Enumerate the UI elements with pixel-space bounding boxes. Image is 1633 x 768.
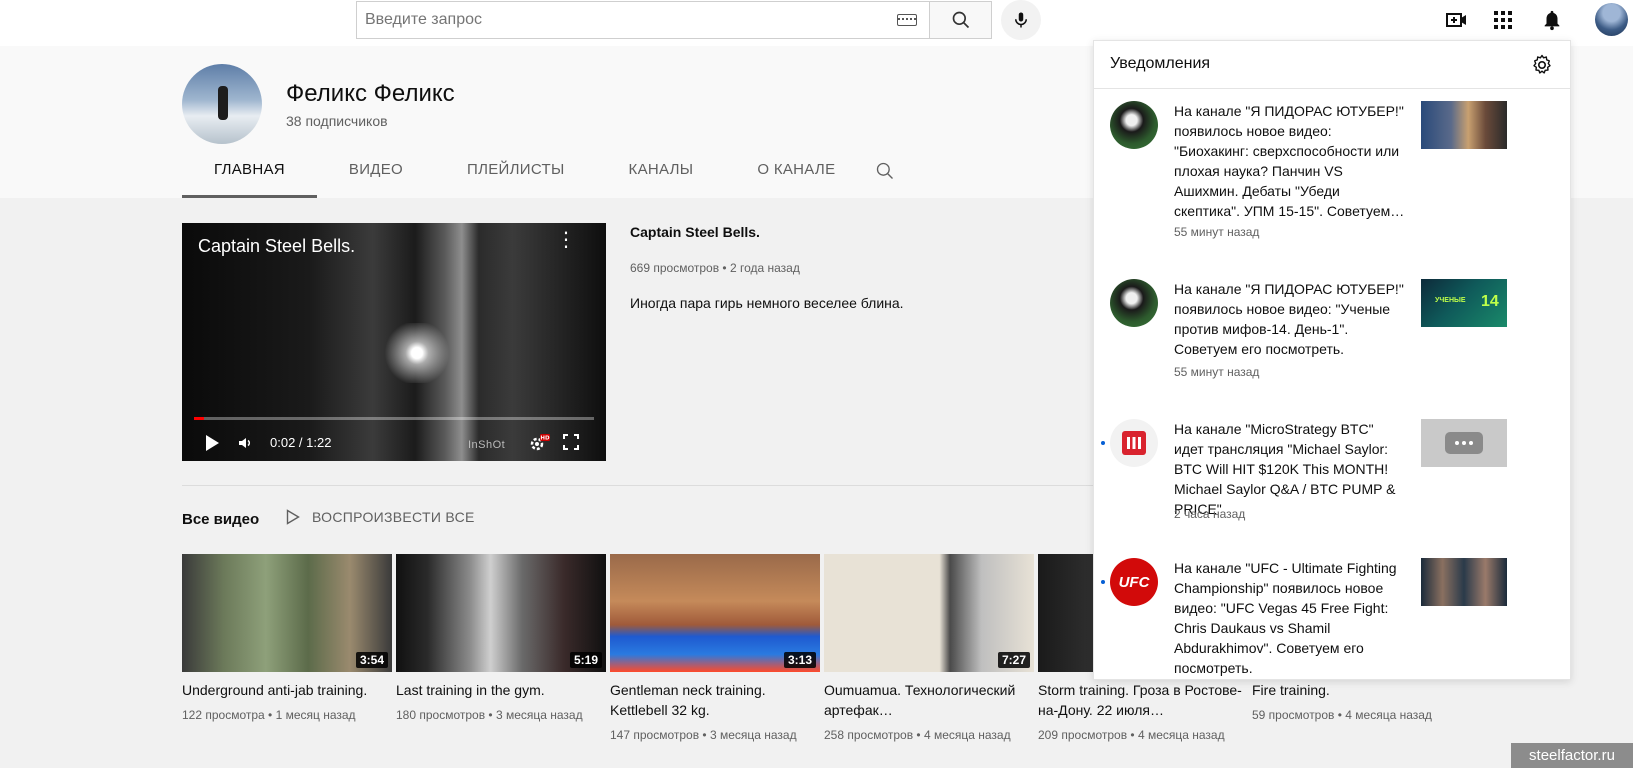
video-thumbnail[interactable]: 3:13 <box>610 554 820 672</box>
video-title[interactable]: Gentleman neck training. Kettlebell 32 k… <box>610 680 820 720</box>
voice-search-button[interactable] <box>1001 0 1041 40</box>
notification-time: 2 часа назад <box>1174 507 1246 521</box>
player-time: 0:02 / 1:22 <box>270 435 332 450</box>
video-card[interactable]: 3:13 Gentleman neck training. Kettlebell… <box>610 554 820 744</box>
notification-channel-avatar[interactable] <box>1110 101 1158 149</box>
play-icon[interactable] <box>204 434 220 452</box>
notifications-panel: Уведомления На канале "Я ПИДОРАС ЮТУБЕР!… <box>1093 40 1571 680</box>
notification-channel-avatar[interactable] <box>1110 419 1158 467</box>
settings-hd-icon[interactable]: HD <box>528 433 550 453</box>
fullscreen-icon[interactable] <box>563 434 579 450</box>
tab-playlists[interactable]: ПЛЕЙЛИСТЫ <box>435 152 597 198</box>
video-thumbnail[interactable]: 5:19 <box>396 554 606 672</box>
featured-video-player[interactable]: Captain Steel Bells. ⋮ 0:02 / 1:22 InShO… <box>182 223 606 461</box>
video-card[interactable]: 7:27 Oumuamua. Технологический артефак… … <box>824 554 1034 744</box>
player-controls: 0:02 / 1:22 InShOt HD <box>182 428 606 458</box>
video-title[interactable]: Underground anti-jab training. <box>182 680 392 700</box>
player-overlay-title[interactable]: Captain Steel Bells. <box>198 236 355 257</box>
bell-icon <box>1544 10 1560 31</box>
svg-text:HD: HD <box>540 436 550 442</box>
video-watermark: InShOt <box>468 439 506 451</box>
search-button[interactable] <box>930 1 992 39</box>
video-duration: 3:13 <box>783 652 816 668</box>
notification-thumbnail[interactable] <box>1421 419 1507 467</box>
player-more-icon[interactable]: ⋮ <box>556 230 576 250</box>
featured-video-meta: 669 просмотров • 2 года назад <box>630 261 800 275</box>
notification-thumbnail[interactable] <box>1421 558 1507 606</box>
unread-dot <box>1101 580 1105 584</box>
channel-name: Феликс Феликс <box>286 80 455 107</box>
thumbnail-label: УЧЕНЫЕ <box>1435 297 1466 304</box>
video-title[interactable]: Oumuamua. Технологический артефак… <box>824 680 1034 720</box>
tab-home[interactable]: ГЛАВНАЯ <box>182 152 317 198</box>
gear-icon[interactable] <box>1530 53 1554 77</box>
video-meta: 147 просмотров • 3 месяца назад <box>610 728 797 742</box>
video-thumbnail[interactable]: 7:27 <box>824 554 1034 672</box>
notification-text: На канале "Я ПИДОРАС ЮТУБЕР!" появилось … <box>1174 103 1405 219</box>
channel-search-button[interactable] <box>875 152 897 198</box>
section-title[interactable]: Все видео <box>182 511 259 528</box>
notification-channel-avatar[interactable]: UFC <box>1110 558 1158 606</box>
search-input[interactable] <box>357 2 897 38</box>
video-duration: 5:19 <box>569 652 602 668</box>
notification-thumbnail[interactable]: УЧЕНЫЕ 14 <box>1421 279 1507 327</box>
search-icon <box>952 11 969 29</box>
video-meta: 180 просмотров • 3 месяца назад <box>396 708 583 722</box>
video-thumbnail[interactable]: 3:54 <box>182 554 392 672</box>
microphone-icon <box>1015 12 1027 28</box>
microstrategy-logo-icon <box>1122 431 1146 455</box>
play-all-label: ВОСПРОИЗВЕСТИ ВСЕ <box>312 509 475 525</box>
tab-about[interactable]: О КАНАЛЕ <box>725 152 867 198</box>
featured-video-description: Иногда пара гирь немного веселее блина. <box>630 295 904 311</box>
apps-grid-icon <box>1494 11 1512 29</box>
notifications-title: Уведомления <box>1110 55 1211 72</box>
video-meta: 209 просмотров • 4 месяца назад <box>1038 728 1225 742</box>
search-icon <box>877 162 894 179</box>
volume-icon[interactable] <box>237 435 253 451</box>
notifications-header: Уведомления <box>1094 41 1570 89</box>
notification-text: На канале "UFC - Ultimate Fighting Champ… <box>1174 560 1397 676</box>
video-title[interactable]: Last training in the gym. <box>396 680 606 700</box>
search-box[interactable] <box>356 1 930 39</box>
notification-channel-avatar[interactable] <box>1110 279 1158 327</box>
ufc-logo-text: UFC <box>1118 573 1150 591</box>
keyboard-icon[interactable] <box>897 14 917 26</box>
video-duration: 3:54 <box>355 652 388 668</box>
play-all-button[interactable]: ВОСПРОИЗВЕСТИ ВСЕ <box>286 509 475 525</box>
site-watermark: steelfactor.ru <box>1511 743 1633 768</box>
featured-video-title[interactable]: Captain Steel Bells. <box>630 224 760 240</box>
notification-text: На канале "Я ПИДОРАС ЮТУБЕР!" появилось … <box>1174 281 1404 357</box>
notification-time: 55 минут назад <box>1174 365 1260 379</box>
tab-channels[interactable]: КАНАЛЫ <box>597 152 726 198</box>
video-meta: 122 просмотра • 1 месяц назад <box>182 708 356 722</box>
video-title[interactable]: Fire training. <box>1252 680 1462 700</box>
notification-thumbnail[interactable] <box>1421 101 1507 149</box>
subscriber-count: 38 подписчиков <box>286 113 388 129</box>
notification-time: 55 минут назад <box>1174 225 1260 239</box>
player-progress-bar[interactable] <box>194 417 594 420</box>
more-horizontal-icon <box>1445 432 1483 454</box>
unread-dot <box>1101 441 1105 445</box>
player-progress-fill <box>194 417 204 420</box>
video-meta: 59 просмотров • 4 месяца назад <box>1252 708 1432 722</box>
video-card[interactable]: 3:54 Underground anti-jab training. 122 … <box>182 554 392 724</box>
notifications-button[interactable] <box>1540 8 1564 32</box>
play-outline-icon <box>286 509 300 525</box>
video-duration: 7:27 <box>997 652 1030 668</box>
tab-videos[interactable]: ВИДЕО <box>317 152 435 198</box>
create-video-button[interactable] <box>1445 8 1469 32</box>
channel-avatar <box>182 64 262 144</box>
video-card[interactable]: 5:19 Last training in the gym. 180 просм… <box>396 554 606 724</box>
video-meta: 258 просмотров • 4 месяца назад <box>824 728 1011 742</box>
video-title[interactable]: Storm training. Гроза в Ростове-на-Дону.… <box>1038 680 1248 720</box>
video-light-glow <box>382 323 452 383</box>
notification-text: На канале "MicroStrategy BTC" идет транс… <box>1174 421 1396 517</box>
apps-button[interactable] <box>1491 8 1515 32</box>
account-avatar[interactable] <box>1595 3 1628 36</box>
video-camera-plus-icon <box>1446 13 1466 27</box>
thumbnail-number: 14 <box>1481 293 1499 310</box>
channel-tabs: ГЛАВНАЯ ВИДЕО ПЛЕЙЛИСТЫ КАНАЛЫ О КАНАЛЕ <box>182 152 897 198</box>
